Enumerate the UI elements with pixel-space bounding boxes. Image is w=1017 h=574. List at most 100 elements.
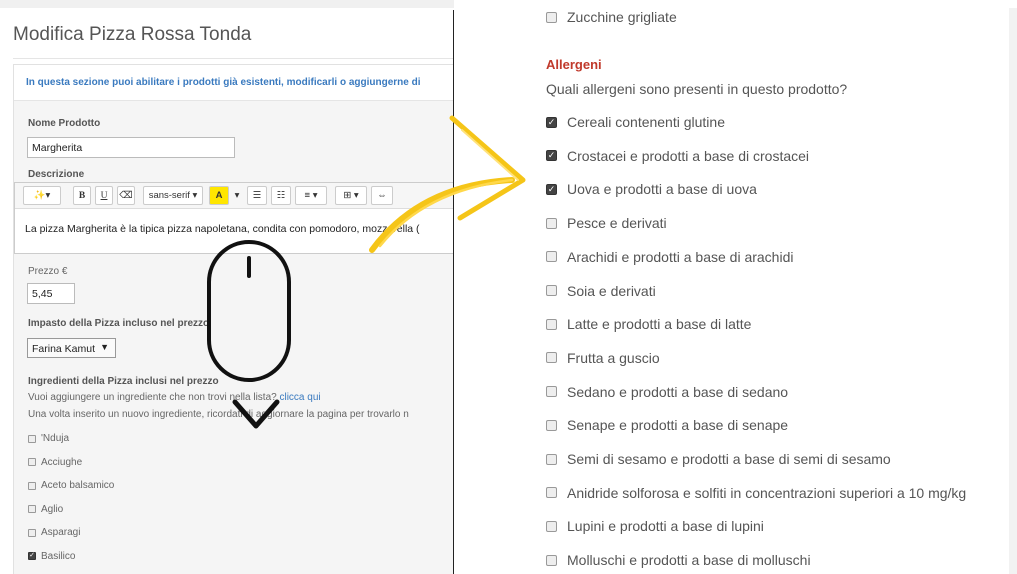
allergen-label: Frutta a guscio <box>567 349 660 366</box>
ingredient-label: Aglio <box>41 503 64 515</box>
checkbox-icon[interactable] <box>28 434 36 443</box>
ingredients-label: Ingredienti della Pizza inclusi nel prez… <box>28 376 219 387</box>
checkbox-checked-icon[interactable]: ✓ <box>546 150 557 162</box>
allergen-item[interactable]: ✓ Uova e prodotti a base di uova <box>546 181 757 197</box>
bold-button[interactable]: B <box>73 186 91 205</box>
allergen-label: Crostacei e prodotti a base di crostacei <box>567 147 810 164</box>
description-label: Descrizione <box>28 169 85 180</box>
title-divider <box>13 58 453 59</box>
allergen-item[interactable]: Sedano e prodotti a base di sedano <box>546 384 788 400</box>
allergen-label: Senape e prodotti a base di senape <box>567 417 789 434</box>
checkbox-icon[interactable] <box>546 554 557 566</box>
checkbox-icon[interactable] <box>28 505 36 513</box>
allergen-label: Latte e prodotti a base di latte <box>567 316 752 333</box>
bullet-list-icon[interactable]: ☰ <box>247 186 267 205</box>
allergen-item[interactable]: ✓ Crostacei e prodotti a base di crostace… <box>546 148 809 164</box>
checkbox-icon[interactable] <box>546 217 557 229</box>
numbered-list-icon[interactable]: ☷ <box>271 186 291 205</box>
chevron-down-icon: ▼ <box>100 342 109 352</box>
price-label: Prezzo € <box>28 266 68 277</box>
card-header: In questa sezione puoi abilitare i prodo… <box>14 65 455 101</box>
checkbox-icon[interactable] <box>546 251 557 263</box>
ingredients-hint-text: Vuoi aggiungere un ingrediente che non t… <box>28 392 277 403</box>
allergen-item[interactable]: Semi di sesamo e prodotti a base di semi… <box>546 451 891 467</box>
edit-product-panel: Modifica Pizza Rossa Tonda In questa sez… <box>0 0 455 574</box>
scrollbar[interactable] <box>1009 8 1017 574</box>
dough-select-value: Farina Kamut <box>32 343 96 355</box>
checkbox-icon[interactable] <box>546 386 557 398</box>
info-text: In questa sezione puoi abilitare i prodo… <box>26 77 421 88</box>
checkbox-icon[interactable] <box>546 11 557 23</box>
ingredient-label: Aceto balsamico <box>41 480 115 491</box>
allergen-item[interactable]: ✓ Cereali contenenti glutine <box>546 114 725 130</box>
dough-label: Impasto della Pizza incluso nel prezzo <box>28 318 210 329</box>
add-ingredient-link[interactable]: clicca qui <box>279 392 320 403</box>
checkbox-icon[interactable] <box>546 520 557 532</box>
checkbox-icon[interactable] <box>546 352 557 364</box>
ingredient-item[interactable]: Asparagi <box>28 527 80 538</box>
ingredient-label: Asparagi <box>41 527 81 538</box>
allergen-label: Soia e derivati <box>567 282 656 299</box>
align-dropdown[interactable]: ≡ ▾ <box>295 186 327 205</box>
font-family-select[interactable]: sans-serif ▾ <box>143 186 203 205</box>
allergen-item[interactable]: Arachidi e prodotti a base di arachidi <box>546 249 793 265</box>
allergen-item[interactable]: Anidride solforosa e solfiti in concentr… <box>546 485 966 501</box>
allergen-item[interactable]: Frutta a guscio <box>546 350 660 366</box>
ingredient-item[interactable]: Aglio <box>28 504 63 515</box>
ingredient-label: Acciughe <box>41 456 83 468</box>
allergen-item[interactable]: Latte e prodotti a base di latte <box>546 316 751 332</box>
link-icon[interactable]: ⇔ <box>371 186 393 205</box>
table-dropdown[interactable]: ⊞ ▾ <box>335 186 367 205</box>
checkbox-icon[interactable] <box>546 487 557 499</box>
allergen-item[interactable]: Molluschi e prodotti a base di molluschi <box>546 552 811 568</box>
allergen-item[interactable]: Lupini e prodotti a base di lupini <box>546 518 764 534</box>
checkbox-icon[interactable] <box>546 318 557 330</box>
allergen-label: Sedano e prodotti a base di sedano <box>567 383 789 400</box>
ingredient-label: Basilico <box>41 550 76 562</box>
color-dropdown-icon[interactable]: ▾ <box>233 186 241 205</box>
ingredient-item[interactable]: 'Nduja <box>28 433 69 444</box>
eraser-icon[interactable]: ⌫ <box>117 186 135 205</box>
checkbox-icon[interactable] <box>546 285 557 296</box>
underline-button[interactable]: U <box>95 186 113 205</box>
name-input[interactable]: Margherita <box>27 137 235 158</box>
allergens-question: Quali allergeni sono presenti in questo … <box>546 81 848 97</box>
allergen-label: Pesce e derivati <box>567 215 667 232</box>
page-title: Modifica Pizza Rossa Tonda <box>13 24 252 45</box>
allergens-panel: Zucchine grigliate Allergeni Quali aller… <box>454 0 1017 574</box>
checkbox-icon[interactable] <box>28 458 36 466</box>
checkbox-icon[interactable] <box>546 453 557 465</box>
description-editor[interactable]: ✨▾ B U ⌫ sans-serif ▾ A ▾ ☰ ☷ ≡ ▾ ⊞ ▾ ⇔ … <box>14 182 455 254</box>
checkbox-icon[interactable] <box>546 419 557 431</box>
name-label: Nome Prodotto <box>28 118 101 129</box>
magic-wand-icon[interactable]: ✨▾ <box>23 186 61 205</box>
checkbox-label: Zucchine grigliate <box>567 9 677 25</box>
top-strip <box>0 0 455 8</box>
checkbox-icon[interactable] <box>28 481 36 490</box>
allergen-item[interactable]: Soia e derivati <box>546 283 656 299</box>
ingredient-label: 'Nduja <box>41 433 70 444</box>
checkbox-checked-icon[interactable]: ✓ <box>546 183 557 195</box>
allergen-label: Cereali contenenti glutine <box>567 114 725 130</box>
ingredients-hint: Vuoi aggiungere un ingrediente che non t… <box>28 392 321 403</box>
checkbox-icon[interactable] <box>28 528 36 537</box>
allergens-title: Allergeni <box>546 57 602 72</box>
description-text[interactable]: La pizza Margherita è la tipica pizza na… <box>25 223 420 235</box>
editor-toolbar: ✨▾ B U ⌫ sans-serif ▾ A ▾ ☰ ☷ ≡ ▾ ⊞ ▾ ⇔ <box>15 183 455 209</box>
allergen-item[interactable]: Senape e prodotti a base di senape <box>546 417 788 433</box>
checkbox-zucchine[interactable]: Zucchine grigliate <box>546 9 677 25</box>
ingredient-item[interactable]: Acciughe <box>28 457 82 468</box>
checkbox-checked-icon[interactable]: ✓ <box>546 116 557 128</box>
allergen-label: Arachidi e prodotti a base di arachidi <box>567 248 794 265</box>
ingredient-item[interactable]: Aceto balsamico <box>28 480 114 491</box>
ingredient-item[interactable]: ✓ Basilico <box>28 551 75 562</box>
checkbox-checked-icon[interactable]: ✓ <box>28 552 36 560</box>
dough-select[interactable]: Farina Kamut ▼ <box>27 338 116 358</box>
allergen-item[interactable]: Pesce e derivati <box>546 215 667 231</box>
allergen-label: Molluschi e prodotti a base di molluschi <box>567 552 811 569</box>
allergen-label: Anidride solforosa e solfiti in concentr… <box>567 484 967 501</box>
price-input[interactable]: 5,45 <box>27 283 75 304</box>
text-color-button[interactable]: A <box>209 186 229 205</box>
allergen-label: Uova e prodotti a base di uova <box>567 181 757 198</box>
allergen-label: Lupini e prodotti a base di lupini <box>567 518 764 535</box>
